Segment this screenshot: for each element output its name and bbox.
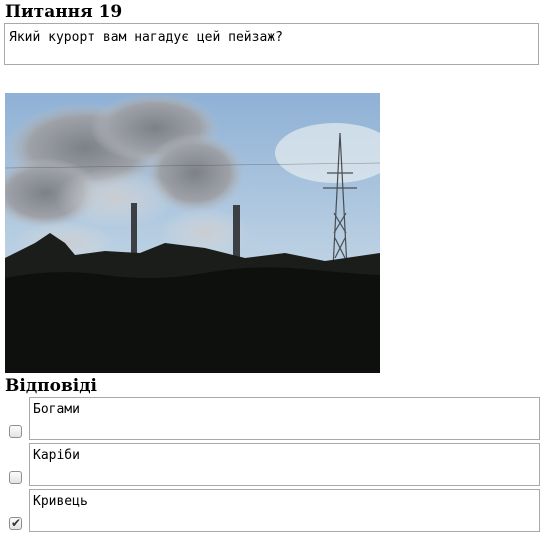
question-heading: Питання 19 xyxy=(5,2,123,22)
answer-checkbox[interactable] xyxy=(9,425,22,438)
checkmark-icon: ✔ xyxy=(11,516,22,530)
question-text-field[interactable]: Який курорт вам нагадує цей пейзаж? xyxy=(4,23,539,65)
answer-option-field[interactable]: Кривець xyxy=(29,489,540,532)
answer-option-field[interactable]: Каріби xyxy=(29,443,540,486)
industrial-landscape-photo xyxy=(5,93,380,373)
answer-checkbox[interactable] xyxy=(9,471,22,484)
answer-option-field[interactable]: Богами xyxy=(29,397,540,440)
answer-checkbox[interactable]: ✔ xyxy=(9,516,22,530)
answers-heading: Відповіді xyxy=(5,376,97,396)
